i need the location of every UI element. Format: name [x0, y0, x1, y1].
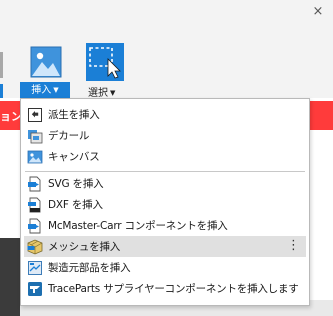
canvas-icon — [27, 149, 43, 165]
banner-text: ョン — [0, 110, 22, 123]
menu-item-label: DXF を挿入 — [48, 199, 103, 211]
menu-item-label: TraceParts サプライヤーコンポーネントを挿入します — [48, 283, 299, 295]
menu-item-label: キャンバス — [48, 151, 100, 163]
ribbon-separator — [0, 52, 3, 78]
menu-item-insert-svg[interactable]: SVG を挿入 — [24, 173, 306, 194]
menu-item-insert-derived[interactable]: 派生を挿入 — [24, 104, 306, 125]
more-options-icon[interactable]: ⋮ — [287, 238, 300, 254]
insert-dropdown-menu: 派生を挿入 デカール キャンバス SVG を挿入 DXF を挿入 McMaste… — [20, 98, 310, 306]
menu-separator — [25, 171, 305, 172]
menu-item-decal[interactable]: デカール — [24, 125, 306, 146]
insert-dropdown-button[interactable]: 挿入 ▼ — [20, 82, 70, 98]
svg-file-icon — [27, 176, 43, 192]
select-dropdown-label[interactable]: 選択 ▼ — [88, 84, 115, 99]
insert-image-icon[interactable] — [30, 46, 62, 78]
menu-item-label: SVG を挿入 — [48, 178, 104, 190]
select-tool-button[interactable] — [86, 43, 124, 81]
menu-item-canvas[interactable]: キャンバス — [24, 146, 306, 167]
title-bar — [0, 0, 333, 42]
menu-item-label: メッシュを挿入 — [48, 241, 121, 253]
close-icon[interactable]: × — [310, 4, 326, 20]
insert-button-label: 挿入 — [31, 85, 52, 96]
menu-item-insert-mcmaster[interactable]: McMaster-Carr コンポーネントを挿入 — [24, 215, 306, 236]
mesh-icon — [27, 239, 43, 255]
menu-item-insert-traceparts[interactable]: TraceParts サプライヤーコンポーネントを挿入します — [24, 278, 306, 299]
menu-item-insert-manufacturer-part[interactable]: 製造元部品を挿入 — [24, 257, 306, 278]
menu-item-label: 派生を挿入 — [48, 109, 100, 121]
viewport-panel — [0, 238, 20, 316]
mcmaster-icon — [27, 218, 43, 234]
chevron-down-icon: ▼ — [110, 89, 116, 97]
ribbon-partial-button[interactable] — [0, 84, 3, 98]
cursor-arrow-icon — [107, 58, 121, 79]
derived-part-icon — [27, 107, 43, 123]
dxf-file-icon — [27, 197, 43, 213]
manufacturer-part-icon — [27, 260, 43, 276]
chevron-down-icon: ▼ — [53, 86, 59, 94]
menu-item-insert-dxf[interactable]: DXF を挿入 — [24, 194, 306, 215]
menu-item-label: デカール — [48, 130, 90, 142]
traceparts-icon — [27, 281, 43, 297]
menu-item-label: McMaster-Carr コンポーネントを挿入 — [48, 220, 228, 232]
menu-item-label: 製造元部品を挿入 — [48, 262, 131, 274]
decal-icon — [27, 128, 43, 144]
menu-item-insert-mesh[interactable]: メッシュを挿入 ⋮ — [24, 236, 306, 257]
